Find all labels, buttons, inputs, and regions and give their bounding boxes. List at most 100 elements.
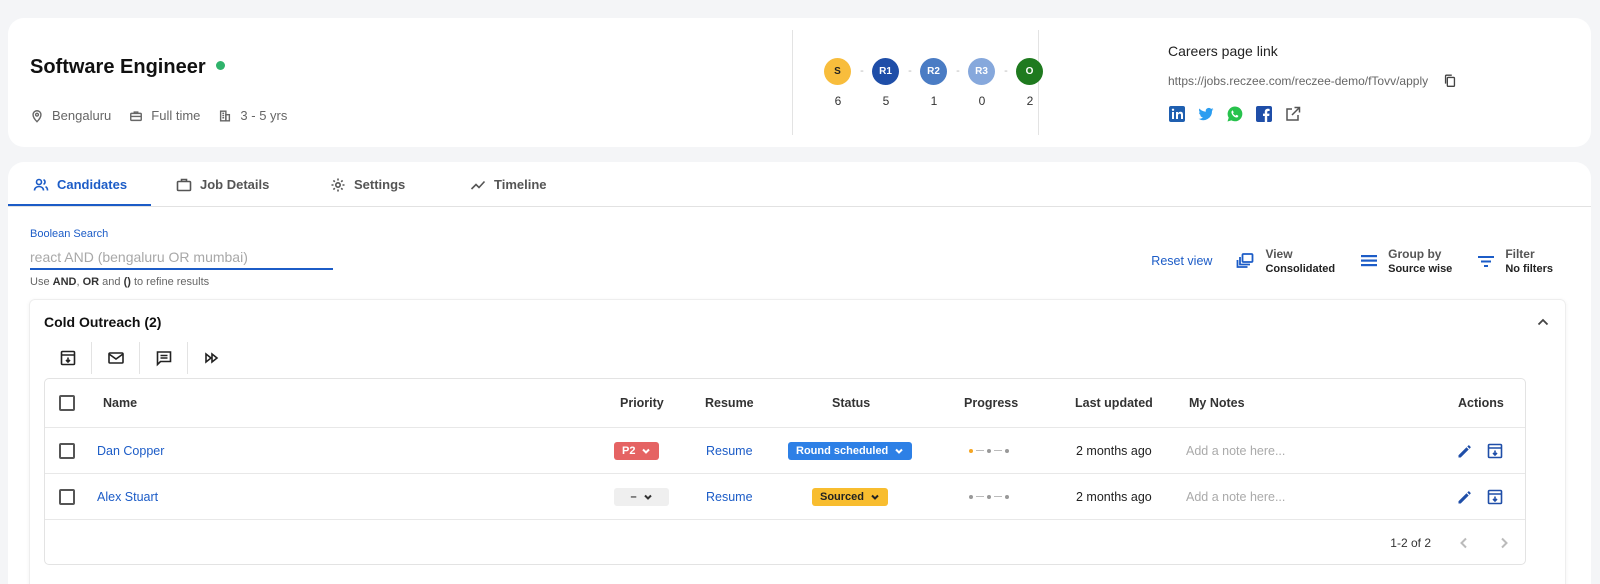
edit-pencil-icon[interactable] (1456, 488, 1474, 506)
header-last-updated[interactable]: Last updated (1075, 379, 1153, 427)
search-label: Boolean Search (30, 228, 109, 240)
header-name[interactable]: Name (103, 379, 137, 427)
job-status-dot (215, 61, 225, 71)
row-checkbox[interactable] (59, 428, 75, 473)
tab-job-details[interactable]: Job Details (176, 162, 269, 207)
job-location-text: Bengaluru (52, 108, 112, 123)
priority-value: P2 (622, 444, 636, 457)
chevron-right-icon[interactable] (1497, 536, 1511, 550)
search-help-suffix: to refine results (130, 276, 210, 288)
view-layers-icon (1237, 253, 1254, 268)
tab-settings[interactable]: Settings (330, 162, 405, 207)
comment-icon (156, 351, 171, 367)
comment-button[interactable] (140, 342, 188, 374)
stage-separator: - (956, 65, 960, 77)
active-tab-indicator (8, 204, 151, 206)
last-updated: 2 months ago (1076, 443, 1152, 458)
archive-icon[interactable] (1486, 442, 1504, 460)
header-divider (792, 30, 793, 135)
table-row: Alex Stuart – Resume Sourced 2 months ag… (45, 474, 1525, 520)
row-checkbox[interactable] (59, 474, 75, 519)
location-pin-icon (32, 109, 42, 123)
status-value: Round scheduled (796, 444, 889, 457)
priority-value: – (630, 490, 637, 503)
note-input[interactable]: Add a note here... (1186, 444, 1285, 458)
priority-dropdown[interactable]: P2 (614, 441, 660, 460)
header-resume: Resume (705, 396, 754, 410)
note-input[interactable]: Add a note here... (1186, 490, 1285, 504)
group-by-value: Source wise (1388, 263, 1453, 275)
checkbox-box (59, 442, 75, 459)
tab-timeline[interactable]: Timeline (470, 162, 547, 207)
candidate-name-link[interactable]: Alex Stuart (97, 490, 158, 504)
stage-count: 6 (834, 94, 842, 108)
stage-r3[interactable]: R3 0 (968, 58, 996, 108)
archive-button[interactable] (44, 342, 92, 374)
copy-icon[interactable] (1442, 73, 1458, 89)
briefcase-icon (130, 110, 143, 121)
view-controls: Reset view View Consolidated Group by Sour… (1151, 247, 1553, 275)
stage-r1[interactable]: R1 5 (872, 58, 900, 108)
job-type: Full time (129, 108, 200, 123)
status-dropdown[interactable]: Sourced (812, 487, 889, 506)
stage-circle: S (824, 58, 851, 85)
priority-dropdown[interactable]: – (614, 487, 669, 506)
pipeline-stages: S 6 - R1 5 - R2 1 - R3 0 - O 2 (824, 58, 1044, 108)
header-notes: My Notes (1189, 396, 1245, 410)
facebook-icon[interactable] (1255, 105, 1273, 123)
job-type-text: Full time (151, 108, 201, 123)
archive-icon (60, 350, 75, 366)
select-all-checkbox[interactable] (59, 379, 75, 427)
twitter-icon[interactable] (1197, 105, 1215, 123)
job-title: Software Engineer (30, 56, 225, 79)
header-priority[interactable]: Priority (620, 379, 664, 427)
reset-view-button[interactable]: Reset view (1151, 254, 1212, 268)
resume-link[interactable]: Resume (706, 444, 753, 458)
job-experience-text: 3 - 5 yrs (240, 108, 288, 123)
search-help-and: AND (52, 276, 77, 288)
chevron-down-icon (642, 448, 651, 454)
tab-job-details-label: Job Details (200, 177, 270, 192)
edit-pencil-icon[interactable] (1456, 442, 1474, 460)
careers-link-row: https://jobs.reczee.com/reczee-demo/fTov… (1168, 73, 1458, 89)
linkedin-icon[interactable] (1168, 105, 1186, 123)
view-control[interactable]: View Consolidated (1236, 247, 1335, 275)
filter-control[interactable]: Filter No filters (1476, 247, 1553, 275)
tab-bar: Candidates Job Details Settings Timeline (8, 162, 1591, 207)
job-experience: 3 - 5 yrs (218, 108, 287, 123)
whatsapp-icon[interactable] (1226, 105, 1244, 123)
status-dropdown[interactable]: Round scheduled (788, 441, 913, 460)
stage-s[interactable]: S 6 (824, 58, 852, 108)
group-by-control[interactable]: Group by Source wise (1359, 247, 1452, 275)
search-help-sep: and (99, 276, 124, 288)
stage-circle: R3 (968, 58, 995, 85)
tab-timeline-label: Timeline (494, 177, 547, 192)
careers-url[interactable]: https://jobs.reczee.com/reczee-demo/fTov… (1168, 74, 1428, 88)
job-location: Bengaluru (30, 108, 111, 123)
view-control-value: Consolidated (1265, 263, 1336, 275)
header-status[interactable]: Status (832, 379, 870, 427)
candidate-group-panel: Cold Outreach (2) Name Priority Resume S… (29, 299, 1566, 584)
email-button[interactable] (92, 342, 140, 374)
stage-count: 1 (930, 94, 938, 108)
archive-icon[interactable] (1486, 488, 1504, 506)
chevron-left-icon[interactable] (1457, 536, 1471, 550)
briefcase-icon (176, 178, 192, 191)
candidate-name-link[interactable]: Dan Copper (97, 444, 164, 458)
move-forward-button[interactable] (188, 342, 236, 374)
external-link-icon[interactable] (1284, 105, 1302, 123)
stage-circle: R2 (920, 58, 947, 85)
row-actions (1456, 488, 1504, 506)
stage-r2[interactable]: R2 1 (920, 58, 948, 108)
stage-o[interactable]: O 2 (1016, 58, 1044, 108)
chevron-down-icon (643, 494, 652, 500)
progress-indicator (969, 494, 1009, 499)
checkbox-box (59, 395, 75, 411)
last-updated: 2 months ago (1076, 489, 1152, 504)
tab-candidates[interactable]: Candidates (33, 162, 127, 207)
chevron-up-icon[interactable] (1535, 314, 1551, 330)
stage-separator: - (908, 65, 912, 77)
job-title-text: Software Engineer (30, 56, 206, 78)
boolean-search-input[interactable] (30, 245, 333, 270)
resume-link[interactable]: Resume (706, 490, 753, 504)
